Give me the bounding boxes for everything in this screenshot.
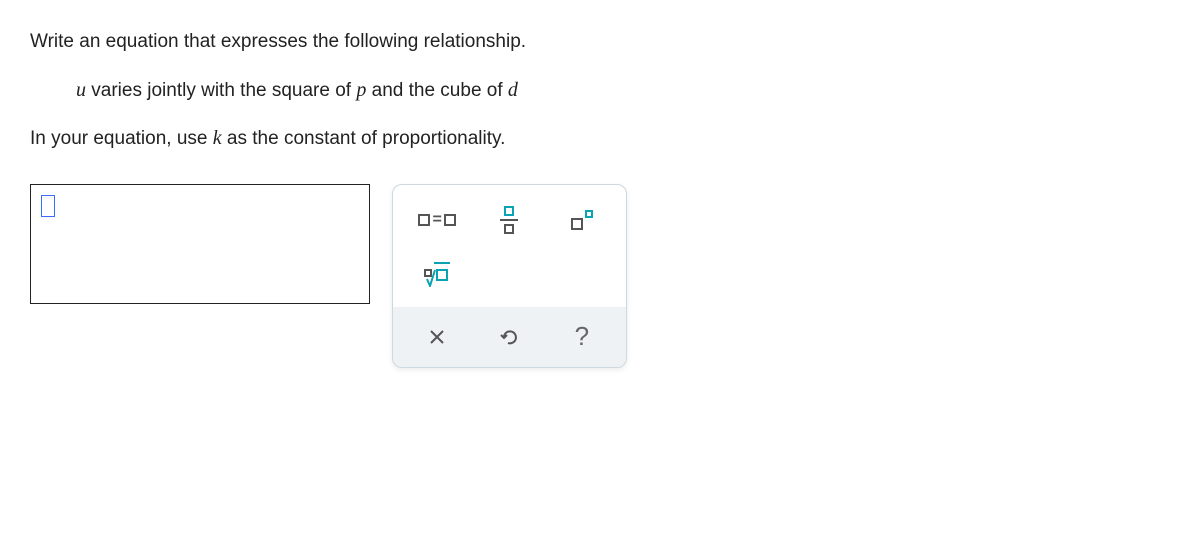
empty-tool-slot (473, 251, 545, 301)
equation-input[interactable] (30, 184, 370, 304)
root-icon (424, 265, 450, 287)
equation-template-button[interactable]: = (401, 195, 473, 245)
math-toolbox: = (392, 184, 627, 368)
box-icon (504, 206, 514, 216)
input-cursor-icon (41, 195, 55, 217)
nth-root-button[interactable] (401, 251, 473, 301)
fraction-bar-icon (500, 219, 518, 221)
equals-icon: = (432, 211, 441, 229)
toolbox-action-row: ? (393, 307, 626, 367)
line3-part1: In your equation, use (30, 128, 213, 149)
box-icon (571, 218, 583, 230)
box-icon (504, 224, 514, 234)
undo-icon (498, 326, 520, 348)
clear-button[interactable] (401, 315, 473, 359)
question-mark-icon: ? (575, 321, 589, 352)
empty-tool-slot (546, 251, 618, 301)
radicand-box (434, 262, 450, 286)
question-block: Write an equation that expresses the fol… (30, 28, 1170, 154)
question-line-1: Write an equation that expresses the fol… (30, 28, 1170, 57)
exponent-button[interactable] (546, 195, 618, 245)
close-icon (428, 328, 446, 346)
question-line-2: u varies jointly with the square of p an… (30, 75, 1170, 106)
fraction-icon (500, 206, 518, 234)
radical-line-icon (426, 269, 436, 287)
variable-p: p (356, 79, 366, 101)
exponent-icon (571, 210, 593, 230)
box-icon (585, 210, 593, 218)
line3-part2: as the constant of proportionality. (222, 128, 506, 149)
radical-icon (434, 265, 450, 287)
box-icon (436, 269, 448, 281)
variable-u: u (76, 79, 86, 101)
box-icon (418, 214, 430, 226)
undo-button[interactable] (473, 315, 545, 359)
variable-k: k (213, 127, 222, 149)
help-button[interactable]: ? (546, 315, 618, 359)
box-icon (444, 214, 456, 226)
tool-grid: = (393, 185, 626, 307)
question-line-3: In your equation, use k as the constant … (30, 123, 1170, 154)
answer-row: = (30, 184, 1170, 368)
line2-part1: varies jointly with the square of (86, 80, 356, 101)
variable-d: d (508, 79, 518, 101)
line2-part2: and the cube of (366, 80, 508, 101)
fraction-button[interactable] (473, 195, 545, 245)
